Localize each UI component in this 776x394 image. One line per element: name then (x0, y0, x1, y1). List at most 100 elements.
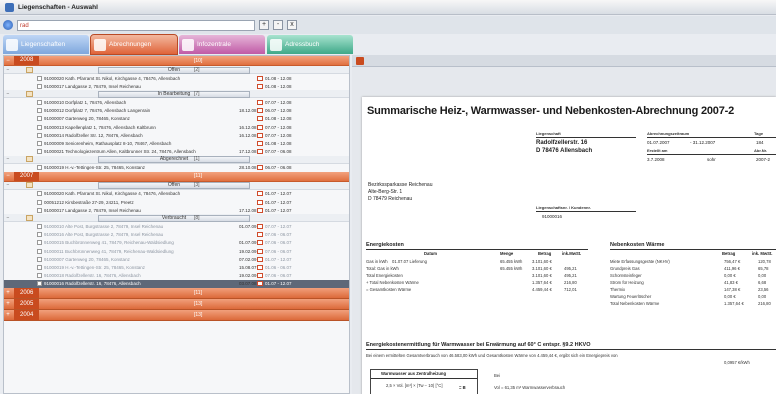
billing-row[interactable]: 91000016 Radolfzellerstr. 16, 78476, All… (4, 279, 349, 288)
tab-adressbuch[interactable]: Adressbuch (267, 35, 353, 54)
billing-row[interactable]: 91000017 Landgasse 2, 78479, Insel Reich… (4, 82, 349, 90)
billing-row[interactable]: 91000017 Landgasse 2, 78479, Insel Reich… (4, 206, 349, 214)
billing-row[interactable]: 91000019 H.-v.-Tettingen-Str. 25, 78465,… (4, 164, 349, 172)
billing-row[interactable]: 91000011 Buchbrünnenweg 41, 78479, Reich… (4, 247, 349, 255)
year-2007-header[interactable]: − 2007 [11] (4, 171, 349, 182)
row-checkbox[interactable] (37, 248, 42, 254)
row-checkbox[interactable] (37, 83, 42, 89)
collapse-icon[interactable]: − (4, 173, 12, 179)
calendar-icon (257, 273, 263, 279)
expand-icon[interactable]: + (4, 290, 12, 296)
year-2004-header[interactable]: +2004 [13] (4, 309, 349, 321)
energie-cell: 4.459,44 € (532, 287, 552, 292)
billing-row[interactable]: 91000007 Gartenweg 20, 78465, Konstanz 07… (4, 255, 349, 263)
zeitraum-from: 01.07.2007 (647, 140, 670, 145)
row-checkbox[interactable] (37, 99, 42, 105)
row-checkbox[interactable] (37, 124, 42, 130)
billing-row[interactable]: 91000014 Radolfzeller Str. 12, 78476, Al… (4, 131, 349, 139)
row-checkbox[interactable] (37, 232, 42, 238)
search-icon[interactable] (3, 20, 13, 30)
collapse-icon[interactable]: − (4, 58, 12, 64)
row-period: 01.08 - 12.08 (265, 116, 292, 122)
billing-row[interactable]: 91000019 H.-v.-Tettingen-Str. 25, 78465,… (4, 263, 349, 271)
row-checkbox[interactable] (37, 149, 42, 155)
row-checkbox[interactable] (37, 207, 42, 213)
row-checkbox[interactable] (37, 108, 42, 114)
warmwasser-title: Energiekostenermittlung für Warmwasser b… (366, 342, 591, 348)
billing-row[interactable]: 91000012 Dorfplatz 7, 78476, Allensbach … (4, 107, 349, 115)
tab-abrechnungen[interactable]: Abrechnungen (90, 34, 178, 55)
billing-row[interactable]: 91000016 Alte Post, Burgstrasse 2, 78479… (4, 231, 349, 239)
folder-icon (26, 66, 33, 73)
expand-icon[interactable]: + (4, 301, 12, 307)
billing-row[interactable]: 00051212 Kirsbestraße 27-29, 24211, Pree… (4, 198, 349, 206)
billing-row[interactable]: 91000020 Kath. Pfarramt St. Nikol, Kirch… (4, 190, 349, 198)
pdf-icon[interactable] (356, 57, 364, 65)
tab-liegenschaften[interactable]: Liegenschaften (3, 35, 89, 54)
calendar-icon (257, 256, 263, 262)
formula-box-title: Warmwasser aus Zentralheizung (381, 371, 447, 376)
billing-row[interactable]: 91000007 Gartenweg 20, 78465, Konstanz 01… (4, 115, 349, 123)
row-checkbox[interactable] (37, 224, 42, 230)
group-abgerechnet-2008[interactable]: − Abgerechnet [1] (4, 155, 349, 164)
search-bar: rad + - x (0, 16, 776, 34)
row-period: 07.06 - 06.07 (265, 240, 292, 246)
remove-button[interactable]: - (273, 20, 283, 30)
group-count: [1] (194, 156, 200, 163)
row-address: 91000010 Alte Post, Burgstrasse 2, 78479… (44, 224, 164, 230)
liegenschaft-label: Liegenschaft (536, 131, 561, 136)
row-checkbox[interactable] (37, 116, 42, 122)
collapse-icon[interactable]: − (4, 182, 12, 188)
calendar-icon (257, 191, 263, 197)
collapse-icon[interactable]: − (4, 91, 12, 97)
collapse-icon[interactable]: − (4, 215, 12, 221)
tab-label: Abrechnungen (109, 41, 152, 48)
calendar-icon (257, 83, 263, 89)
row-period: 07.07 - 12.08 (265, 132, 292, 138)
billing-row[interactable]: 91000010 Alte Post, Burgstrasse 2, 78479… (4, 222, 349, 230)
group-verbraucht-2007[interactable]: − Verbraucht [8] (4, 214, 349, 223)
collapse-icon[interactable]: − (4, 156, 12, 162)
billing-row[interactable]: 91000013 Kapellenplatz 1, 78476, Allensb… (4, 123, 349, 131)
billing-row[interactable]: 91000020 Kath. Pfarramt St. Nikol, Kirch… (4, 74, 349, 82)
preview-toolbar (352, 55, 776, 67)
neben-cell: Grundpreis Gas (610, 266, 640, 271)
liegenschaft-address2: D 78476 Allensbach (536, 148, 593, 154)
delete-button[interactable]: x (287, 20, 297, 30)
calendar-icon (257, 240, 263, 246)
billing-row[interactable]: 91000021 Technologiezentrum Allen, Kaltb… (4, 148, 349, 156)
billing-row[interactable]: 91000015 Buchbrünnenweg 41, 78479, Reich… (4, 239, 349, 247)
vol-text: Vol = 61,35 m³ Warmwasserverbrauch (494, 385, 566, 390)
row-checkbox[interactable] (37, 256, 42, 262)
expand-icon[interactable]: + (4, 312, 12, 318)
add-button[interactable]: + (259, 20, 269, 30)
year-2005-header[interactable]: +2005 [13] (4, 298, 349, 310)
row-checkbox[interactable] (37, 132, 42, 138)
tab-infozentrale[interactable]: Infozentrale (179, 35, 265, 54)
row-checkbox[interactable] (37, 273, 42, 279)
row-checkbox[interactable] (37, 240, 42, 246)
folder-icon (26, 214, 33, 221)
invoice-icon (94, 38, 106, 51)
group-bearbeitung-2008[interactable]: − In Bearbeitung [7] (4, 90, 349, 99)
row-checkbox[interactable] (37, 264, 42, 270)
row-address: 91000012 Dorfplatz 7, 78476, Allensbach … (44, 108, 151, 114)
group-offen-2007[interactable]: − Offen [3] (4, 181, 349, 190)
billing-row[interactable]: 91000018 Radolfzellerstr. 16, 78476, All… (4, 272, 349, 280)
row-checkbox[interactable] (37, 199, 42, 205)
group-count: [3] (194, 182, 200, 189)
energie-cell: 01.07.07 Lieferung (392, 259, 427, 264)
row-checkbox[interactable] (37, 165, 42, 171)
group-offen-2008[interactable]: − Offen [2] (4, 66, 349, 74)
row-checkbox[interactable] (37, 281, 42, 287)
neben-cell: 0,00 € (724, 294, 736, 299)
year-2008-header[interactable]: − 2008 [10] (4, 56, 349, 66)
row-checkbox[interactable] (37, 140, 42, 146)
billing-row[interactable]: 91000009 Seniorenheim, Rathausplatz 8-10… (4, 139, 349, 147)
year-2006-header[interactable]: +2006 [11] (4, 287, 349, 299)
row-checkbox[interactable] (37, 191, 42, 197)
billing-row[interactable]: 91000010 Dorfplatz 1, 78476, Allensbach 0… (4, 98, 349, 106)
row-checkbox[interactable] (37, 75, 42, 81)
search-input[interactable]: rad (17, 19, 255, 31)
collapse-icon[interactable]: − (4, 67, 12, 73)
